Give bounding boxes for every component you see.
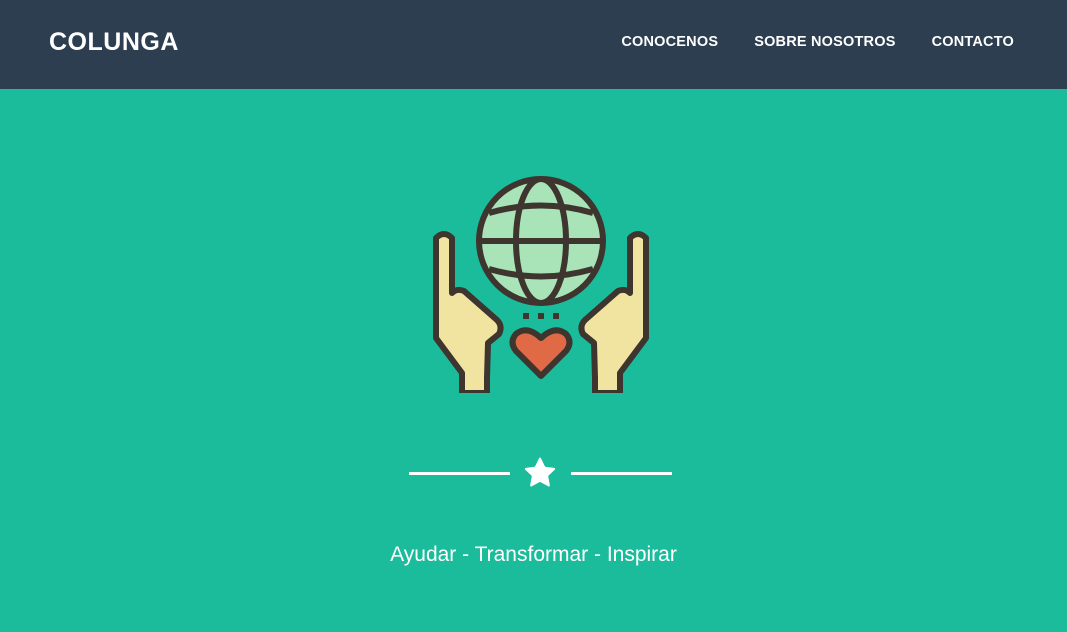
nav-links: CONOCENOS SOBRE NOSOTROS CONTACTO [621,33,1014,51]
masthead-subheading: Ayudar - Transformar - Inspirar [390,543,677,566]
nav-link-contacto[interactable]: CONTACTO [932,33,1014,51]
brand-logo[interactable]: COLUNGA [49,27,179,57]
divider-line-right [571,472,672,475]
nav-link-conocenos[interactable]: CONOCENOS [621,33,718,51]
hands-holding-globe-heart-icon [433,176,649,393]
masthead: Ayudar - Transformar - Inspirar [0,89,1067,632]
nav-link-sobre-nosotros[interactable]: SOBRE NOSOTROS [754,33,895,51]
divider-line-left [409,472,510,475]
navbar: COLUNGA CONOCENOS SOBRE NOSOTROS CONTACT… [0,0,1067,89]
star-divider [409,457,672,491]
star-icon [524,457,556,487]
